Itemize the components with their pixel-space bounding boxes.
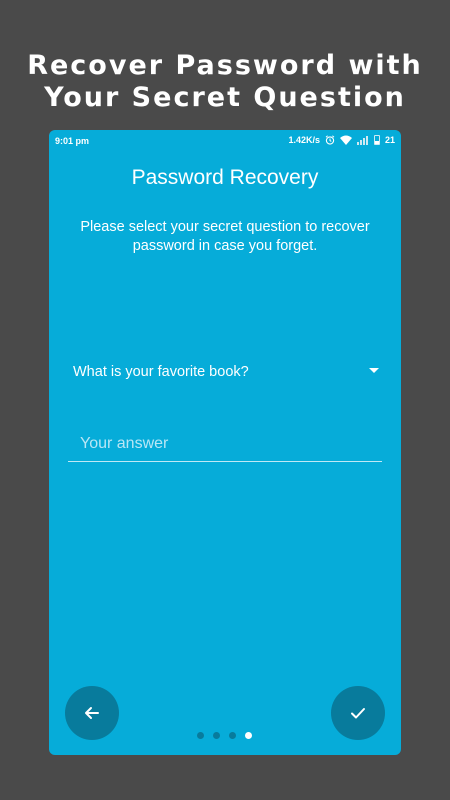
screen-title: Password Recovery <box>131 166 319 189</box>
arrow-left-icon <box>83 704 101 722</box>
page-dot <box>213 732 220 739</box>
status-bar: 9:01 pm 1.42K/s 21 <box>49 130 401 150</box>
alarm-icon <box>325 135 335 145</box>
battery-icon <box>373 135 380 145</box>
status-time: 9:01 pm <box>55 136 90 146</box>
secret-question-dropdown[interactable]: What is your favorite book? <box>69 356 379 388</box>
page-dot <box>197 732 204 739</box>
selected-question: What is your favorite book? <box>73 364 249 380</box>
phone-screen: 9:01 pm 1.42K/s 21 Password Recovery Ple… <box>49 130 401 755</box>
promo-title-line-2: Your Secret Question <box>44 82 406 113</box>
screen-description: Please select your secret question to re… <box>80 219 370 254</box>
page-dot-active <box>245 732 252 739</box>
wifi-icon <box>339 135 352 145</box>
done-button[interactable] <box>331 686 385 740</box>
answer-input[interactable] <box>68 426 382 462</box>
dropdown-arrow-icon <box>369 368 379 373</box>
promo-title: Recover Password with Your Secret Questi… <box>0 50 450 114</box>
back-button[interactable] <box>65 686 119 740</box>
status-indicators: 1.42K/s 21 <box>288 135 395 145</box>
page-indicator <box>197 732 252 739</box>
battery-level: 21 <box>384 135 395 145</box>
network-speed: 1.42K/s <box>288 135 320 145</box>
check-icon <box>349 704 367 722</box>
signal-icon <box>356 135 369 145</box>
promo-title-line-1: Recover Password with <box>27 50 423 81</box>
page-dot <box>229 732 236 739</box>
